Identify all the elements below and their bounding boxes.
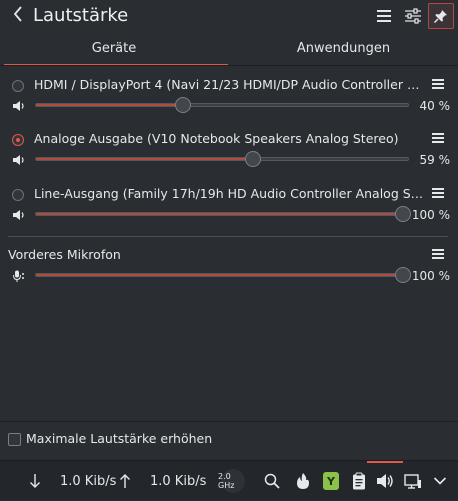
popup-header: Lautstärke bbox=[0, 0, 458, 34]
fire-icon[interactable] bbox=[292, 461, 314, 501]
pin-icon bbox=[433, 10, 447, 24]
cpu-frequency: 2.0 GHz bbox=[218, 472, 235, 490]
divider bbox=[0, 421, 458, 422]
download-arrow-icon bbox=[24, 461, 46, 501]
section-divider bbox=[8, 236, 448, 237]
pin-button[interactable] bbox=[428, 3, 454, 29]
volume-slider[interactable] bbox=[35, 273, 409, 277]
menu-button[interactable] bbox=[371, 3, 397, 29]
volume-percent: 40 % bbox=[419, 99, 451, 113]
tab-bar: Geräte Anwendungen bbox=[0, 35, 458, 66]
slider-fill bbox=[36, 104, 185, 106]
device-radio[interactable] bbox=[12, 134, 24, 146]
cpu-frequency-widget[interactable]: 2.0 GHz bbox=[218, 461, 248, 501]
volume-slider[interactable] bbox=[35, 157, 409, 161]
upload-rate[interactable]: 1.0 Kib/s bbox=[150, 461, 212, 501]
volume-slider[interactable] bbox=[35, 212, 409, 216]
upload-arrow-icon bbox=[118, 461, 132, 501]
microphone-icon[interactable] bbox=[12, 270, 26, 282]
device-radio[interactable] bbox=[12, 80, 24, 92]
display-icon[interactable] bbox=[402, 461, 424, 501]
raise-max-volume-label[interactable]: Maximale Lautstärke erhöhen bbox=[26, 431, 212, 446]
slider-handle[interactable] bbox=[175, 97, 192, 113]
chevron-down-icon[interactable] bbox=[430, 461, 450, 501]
tab-applications[interactable]: Anwendungen bbox=[229, 35, 458, 65]
input-menu-button[interactable] bbox=[432, 249, 446, 261]
device-radio[interactable] bbox=[12, 189, 24, 201]
volume-tray-icon[interactable] bbox=[374, 461, 396, 501]
raise-max-volume-checkbox[interactable] bbox=[8, 433, 21, 446]
device-name: HDMI / DisplayPort 4 (Navi 21/23 HDMI/DP… bbox=[34, 77, 424, 92]
slider-fill bbox=[36, 274, 408, 276]
volume-popup: Lautstärke Geräte Anwendungen HDMI / Dis… bbox=[0, 0, 458, 459]
device-name: Line-Ausgang (Family 17h/19h HD Audio Co… bbox=[34, 186, 424, 201]
input-name: Vorderes Mikrofon bbox=[8, 247, 121, 262]
volume-slider[interactable] bbox=[35, 103, 409, 107]
sliders-icon bbox=[405, 8, 421, 24]
divider bbox=[0, 65, 458, 66]
device-menu-button[interactable] bbox=[432, 188, 446, 200]
device-menu-button[interactable] bbox=[432, 133, 446, 145]
volume-percent: 100 % bbox=[411, 208, 450, 222]
clipboard-icon[interactable] bbox=[348, 461, 370, 501]
configure-button[interactable] bbox=[400, 3, 426, 29]
tab-devices[interactable]: Geräte bbox=[0, 35, 228, 65]
page-title: Lautstärke bbox=[33, 5, 129, 26]
slider-fill bbox=[36, 213, 408, 215]
hamburger-menu-icon bbox=[377, 10, 391, 22]
speaker-icon[interactable] bbox=[12, 209, 26, 221]
device-name: Analoge Ausgabe (V10 Notebook Speakers A… bbox=[34, 131, 399, 146]
slider-fill bbox=[36, 158, 256, 160]
chevron-left-icon bbox=[13, 6, 22, 22]
tray-app-icon[interactable]: Y bbox=[320, 461, 342, 501]
speaker-icon[interactable] bbox=[12, 154, 26, 166]
download-rate[interactable]: 1.0 Kib/s bbox=[60, 461, 122, 501]
system-tray: 1.0 Kib/s 1.0 Kib/s 2.0 GHz Y bbox=[0, 460, 458, 500]
search-icon[interactable] bbox=[262, 461, 282, 501]
device-menu-button[interactable] bbox=[432, 79, 446, 91]
back-button[interactable] bbox=[8, 4, 28, 28]
slider-handle[interactable] bbox=[244, 151, 261, 167]
volume-percent: 100 % bbox=[411, 269, 450, 283]
speaker-icon[interactable] bbox=[12, 100, 26, 112]
volume-percent: 59 % bbox=[419, 153, 451, 167]
